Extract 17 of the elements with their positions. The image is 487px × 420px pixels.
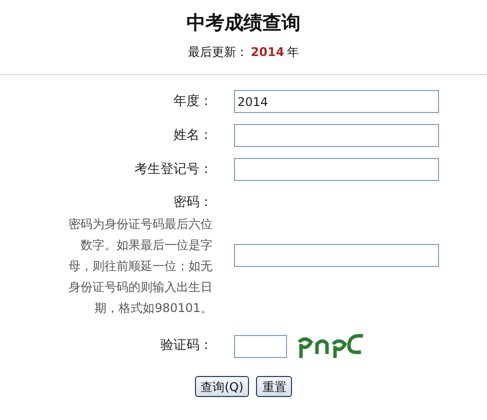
field-label: 密码：: [174, 194, 212, 212]
field-label: 考生登记号：: [134, 160, 212, 178]
text-field[interactable]: 2014: [234, 90, 438, 113]
captcha-field[interactable]: [234, 334, 286, 358]
year-unit: 年: [287, 44, 300, 61]
update-year: 2014: [250, 45, 284, 59]
query-button[interactable]: 查询(Q): [194, 376, 250, 397]
text-field[interactable]: [234, 124, 438, 147]
field-label: 验证码：: [160, 337, 212, 355]
page-title: 中考成绩查询: [186, 11, 300, 36]
field-label: 姓名：: [174, 126, 212, 144]
field-label: 年度：: [174, 92, 212, 110]
text-field[interactable]: [234, 158, 438, 181]
password-hint: 密码为身份证号码最后六位数字。如果最后一位是字母，则往前顺延一位；如无身份证号码的则输入出生日期，格式如980101。: [68, 216, 212, 317]
reset-button[interactable]: 重置: [256, 376, 292, 397]
update-label: 最后更新：: [188, 44, 248, 61]
password-field[interactable]: [234, 244, 438, 267]
